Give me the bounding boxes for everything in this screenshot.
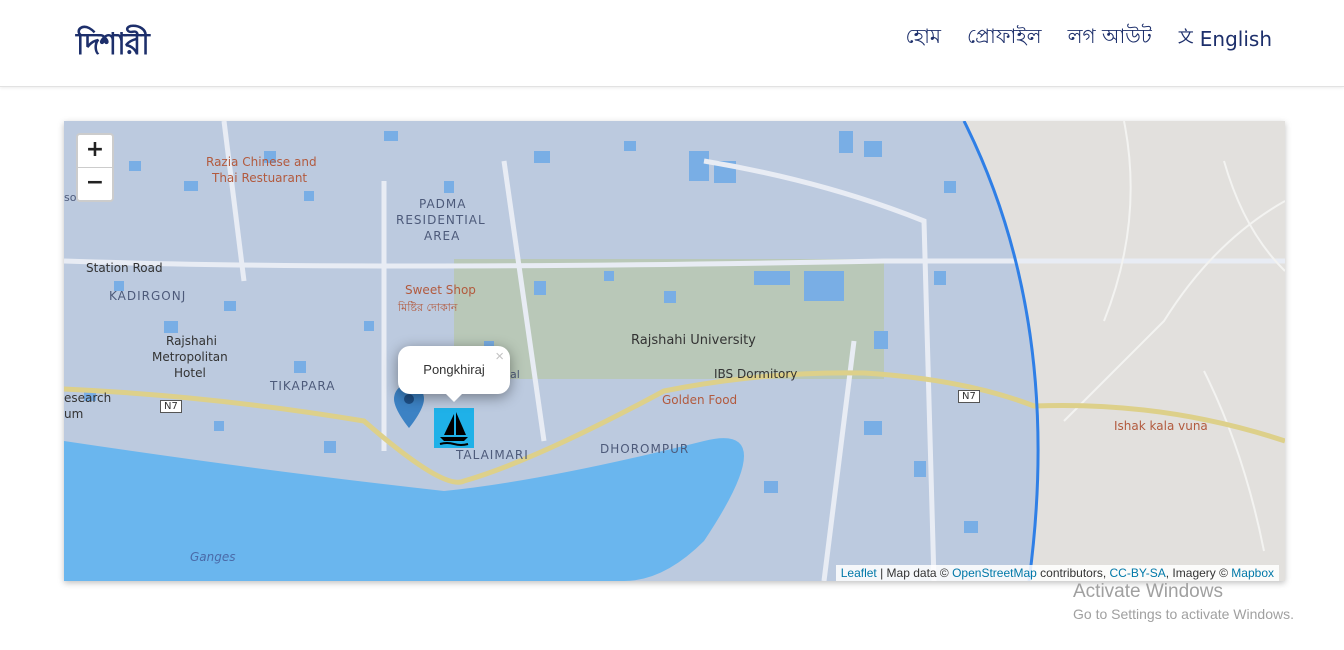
- popup-tip: [444, 392, 464, 402]
- poi-label: Hotel: [174, 366, 206, 380]
- highway-shield: N7: [958, 390, 980, 403]
- main-nav: হোম প্রোফাইল লগ আউট 文 English: [905, 22, 1272, 55]
- poi-label: esearch: [64, 391, 112, 405]
- poi-label: Ishak kala vuna: [1114, 419, 1208, 433]
- area-label: AREA: [424, 229, 461, 243]
- watermark-line2: Go to Settings to activate Windows.: [1073, 606, 1294, 622]
- sailboat-icon[interactable]: [434, 408, 474, 448]
- language-switch[interactable]: 文 English: [1178, 27, 1272, 51]
- zoom-out-button[interactable]: −: [78, 167, 112, 200]
- attribution-text: | Map data ©: [876, 566, 953, 580]
- poi-label: Thai Restuarant: [212, 171, 308, 185]
- nav-home-link[interactable]: হোম: [905, 22, 941, 55]
- poi-label: মিষ্টির দোকান: [398, 301, 458, 314]
- zoom-in-button[interactable]: +: [78, 135, 112, 167]
- poi-label: Sweet Shop: [405, 283, 476, 297]
- attribution-text: , Imagery ©: [1165, 566, 1232, 580]
- leaflet-link[interactable]: Leaflet: [841, 566, 877, 580]
- language-label: English: [1199, 26, 1272, 51]
- map-view[interactable]: Razia Chinese and Thai Restuarant PADMA …: [64, 121, 1285, 581]
- zoom-control: + −: [76, 133, 114, 202]
- watermark-line1: Activate Windows: [1073, 581, 1223, 602]
- translate-icon: 文: [1177, 26, 1194, 46]
- openstreetmap-link[interactable]: OpenStreetMap: [952, 566, 1037, 580]
- area-label: KADIRGONJ: [109, 289, 187, 303]
- poi-label: Rajshahi University: [631, 333, 756, 348]
- nav-logout-link[interactable]: লগ আউট: [1068, 22, 1152, 55]
- area-label: TIKAPARA: [270, 379, 336, 393]
- attribution-text: contributors,: [1036, 566, 1110, 580]
- cc-by-sa-link[interactable]: CC-BY-SA: [1110, 566, 1166, 580]
- map-tiles: [64, 121, 1285, 581]
- map-attribution: Leaflet | Map data © OpenStreetMap contr…: [835, 565, 1279, 581]
- area-label: TALAIMARI: [456, 448, 529, 462]
- poi-label: Rajshahi: [166, 334, 217, 348]
- windows-activation-watermark: Activate Windows Go to Settings to activ…: [1073, 581, 1294, 622]
- poi-label: Razia Chinese and: [206, 155, 317, 169]
- poi-label: um: [64, 407, 84, 421]
- highway-shield: N7: [160, 400, 182, 413]
- area-label: PADMA: [419, 197, 467, 211]
- site-logo[interactable]: দিশারী: [76, 20, 150, 71]
- poi-label: Metropolitan: [152, 350, 228, 364]
- road-label: Station Road: [86, 261, 163, 275]
- mapbox-link[interactable]: Mapbox: [1231, 566, 1274, 580]
- area-label: RESIDENTIAL: [396, 213, 486, 227]
- river-label: Ganges: [190, 550, 236, 564]
- marker-popup: × Pongkhiraj: [398, 346, 510, 402]
- poi-label: Golden Food: [662, 393, 738, 407]
- area-label: DHOROMPUR: [600, 442, 690, 456]
- site-header: দিশারী হোম প্রোফাইল লগ আউট 文 English: [0, 0, 1344, 87]
- popup-title: Pongkhiraj: [423, 362, 485, 377]
- poi-label: IBS Dormitory: [714, 367, 798, 381]
- nav-profile-link[interactable]: প্রোফাইল: [967, 22, 1042, 55]
- poi-label: al: [510, 368, 520, 381]
